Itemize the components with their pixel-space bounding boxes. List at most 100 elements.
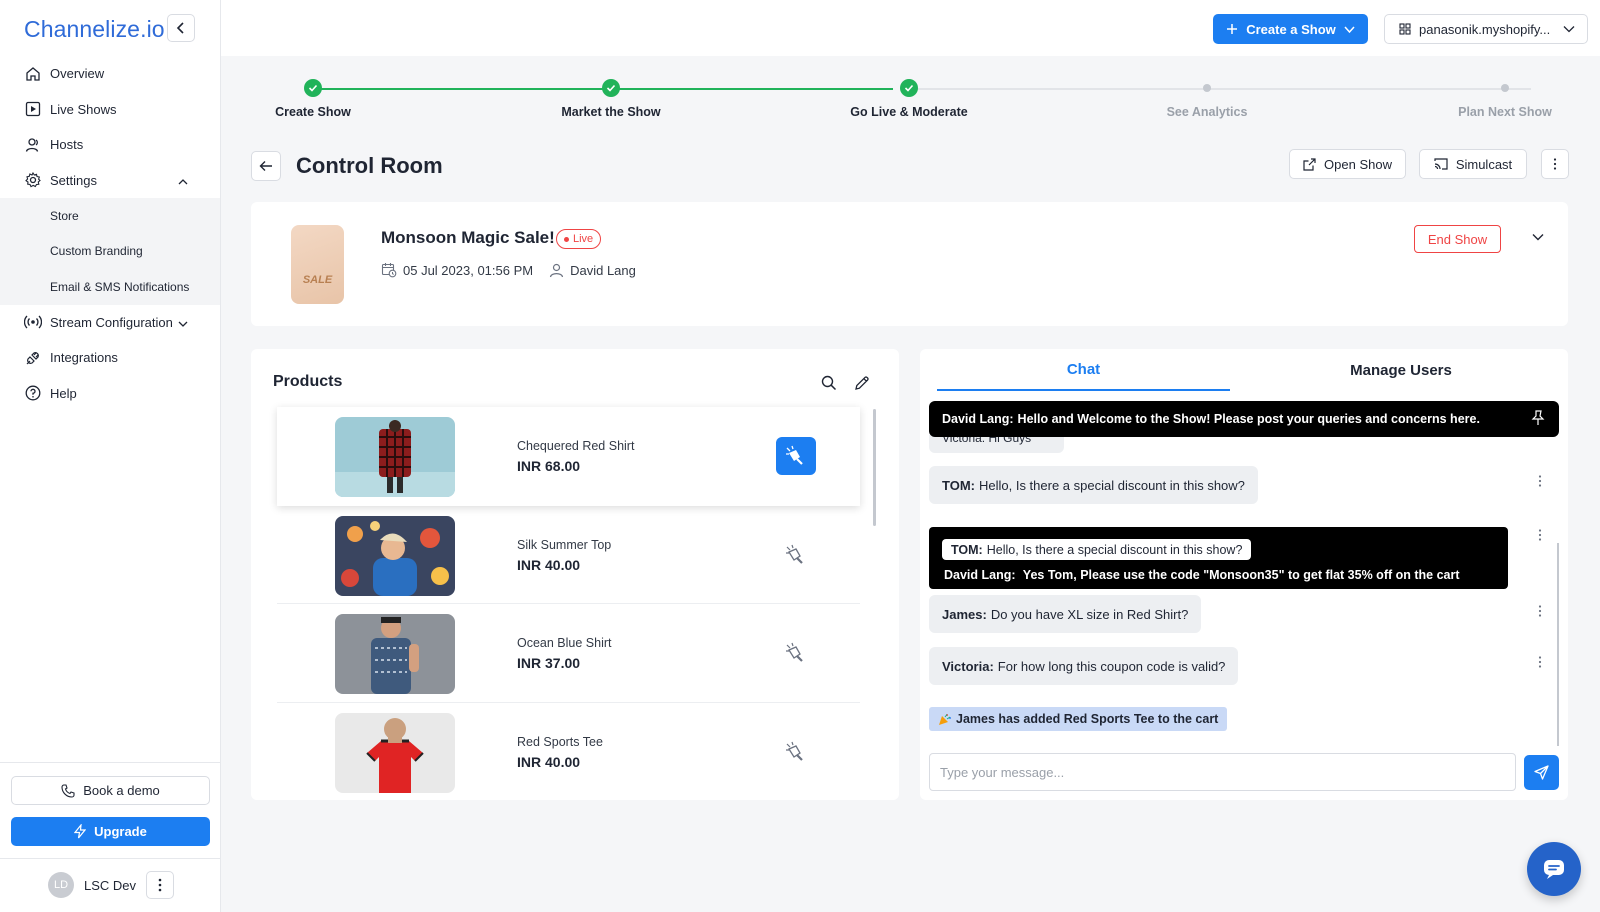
tab-manage-users[interactable]: Manage Users xyxy=(1240,349,1562,391)
progress-stepper: Create Show Market the Show Go Live & Mo… xyxy=(221,72,1600,132)
sidebar: Channelize.io Overview Live Shows Hosts … xyxy=(0,0,221,912)
kebab-menu-icon[interactable] xyxy=(1538,656,1542,668)
quote-author: TOM: xyxy=(951,542,983,557)
product-price: INR 68.00 xyxy=(517,458,581,474)
send-icon xyxy=(1534,765,1549,780)
message-text: For how long this coupon code is valid? xyxy=(997,658,1226,674)
tab-chat[interactable]: Chat xyxy=(937,349,1230,391)
user-menu-button[interactable] xyxy=(146,871,174,899)
product-name: Silk Summer Top xyxy=(517,537,612,552)
quoted-message: TOM: Hello, Is there a special discount … xyxy=(942,539,1252,560)
simulcast-button[interactable]: Simulcast xyxy=(1419,149,1527,179)
spotlight-icon xyxy=(785,642,807,664)
collapse-sidebar-button[interactable] xyxy=(167,14,195,42)
list-item[interactable]: Silk Summer Top INR 40.00 xyxy=(277,506,860,604)
chevron-down-icon xyxy=(1344,24,1355,35)
sidebar-item-label: Stream Configuration xyxy=(50,314,173,330)
chevron-down-icon xyxy=(1563,23,1575,35)
kebab-menu-icon[interactable] xyxy=(1538,475,1542,487)
back-button[interactable] xyxy=(251,151,281,181)
open-show-button[interactable]: Open Show xyxy=(1289,149,1406,179)
product-price: INR 37.00 xyxy=(517,655,581,671)
create-show-button[interactable]: Create a Show xyxy=(1213,14,1368,44)
check-circle-icon xyxy=(304,79,322,97)
store-selector[interactable]: panasonik.myshopify... xyxy=(1384,14,1588,44)
help-chat-button[interactable] xyxy=(1527,842,1581,896)
sidebar-subitem-store[interactable]: Store xyxy=(0,198,220,234)
product-search-button[interactable] xyxy=(821,375,837,391)
sidebar-nav: Overview Live Shows Hosts Settings Store… xyxy=(0,56,220,411)
avatar: LD xyxy=(48,872,74,898)
list-item[interactable]: Ocean Blue Shirt INR 37.00 xyxy=(277,604,860,703)
step-plan-next-show[interactable]: Plan Next Show xyxy=(1415,72,1595,119)
chat-message-input[interactable] xyxy=(929,753,1516,791)
message-author: James: xyxy=(942,606,987,622)
sidebar-item-overview[interactable]: Overview xyxy=(0,56,220,92)
step-see-analytics[interactable]: See Analytics xyxy=(1117,72,1297,119)
sidebar-item-label: Live Shows xyxy=(50,101,117,117)
expand-show-button[interactable] xyxy=(1531,230,1545,244)
products-scrollbar[interactable] xyxy=(873,409,876,526)
chat-scrollbar[interactable] xyxy=(1557,543,1559,746)
step-label: Market the Show xyxy=(561,105,661,119)
kebab-menu-icon[interactable] xyxy=(1538,529,1542,541)
reply-text: Yes Tom, Please use the code "Monsoon35"… xyxy=(1022,568,1460,582)
product-edit-button[interactable] xyxy=(854,375,870,391)
step-create-show[interactable]: Create Show xyxy=(223,72,403,119)
reply-body: David Lang: Yes Tom, Please use the code… xyxy=(944,568,1464,582)
cart-notification: James has added Red Sports Tee to the ca… xyxy=(929,707,1228,731)
sidebar-item-label: Help xyxy=(50,385,77,401)
sidebar-item-integrations[interactable]: Integrations xyxy=(0,340,220,376)
product-name: Red Sports Tee xyxy=(517,734,603,749)
sidebar-item-settings[interactable]: Settings xyxy=(0,163,220,199)
spotlight-icon xyxy=(785,741,807,763)
upgrade-label: Upgrade xyxy=(94,824,147,839)
check-circle-icon xyxy=(900,79,918,97)
lightning-icon xyxy=(74,824,87,839)
spotlight-button[interactable] xyxy=(776,437,816,475)
pin-icon[interactable] xyxy=(1531,410,1545,426)
step-go-live[interactable]: Go Live & Moderate xyxy=(819,72,999,119)
calendar-clock-icon xyxy=(381,262,397,278)
book-demo-label: Book a demo xyxy=(83,783,160,798)
pinned-text: Hello and Welcome to the Show! Please po… xyxy=(1017,412,1480,426)
spotlight-button[interactable] xyxy=(776,634,816,672)
broadcast-icon xyxy=(24,313,42,331)
brand-name: Channelize.io xyxy=(24,15,165,42)
divider xyxy=(0,762,220,763)
user-profile[interactable]: LD LSC Dev xyxy=(48,872,136,898)
step-market-show[interactable]: Market the Show xyxy=(521,72,701,119)
chat-message: TOM: Hello, Is there a special discount … xyxy=(929,466,1258,504)
sidebar-item-help[interactable]: Help xyxy=(0,376,220,412)
spotlight-button[interactable] xyxy=(776,536,816,574)
sidebar-item-live-shows[interactable]: Live Shows xyxy=(0,92,220,128)
chevron-down-icon xyxy=(1531,230,1545,244)
products-title: Products xyxy=(273,373,343,390)
chevron-left-icon xyxy=(175,22,187,34)
end-show-button[interactable]: End Show xyxy=(1414,225,1501,253)
sidebar-item-label: Settings xyxy=(50,172,97,188)
list-item[interactable]: Red Sports Tee INR 40.00 xyxy=(277,703,860,801)
spotlight-button[interactable] xyxy=(776,733,816,771)
hosts-icon xyxy=(24,136,42,154)
help-icon xyxy=(24,384,42,402)
more-options-button[interactable] xyxy=(1541,149,1569,179)
sidebar-item-stream-configuration[interactable]: Stream Configuration xyxy=(0,305,220,341)
create-show-label: Create a Show xyxy=(1246,21,1336,37)
sidebar-item-hosts[interactable]: Hosts xyxy=(0,127,220,163)
sidebar-subitem-custom-branding[interactable]: Custom Branding xyxy=(0,234,220,270)
book-demo-button[interactable]: Book a demo xyxy=(11,776,210,805)
send-message-button[interactable] xyxy=(1524,755,1559,790)
divider xyxy=(0,858,220,859)
thumbnail-text: SALE xyxy=(302,274,333,286)
list-item[interactable]: Chequered Red Shirt INR 68.00 xyxy=(277,407,860,506)
sidebar-item-label: Overview xyxy=(50,66,105,82)
user-icon xyxy=(549,263,564,278)
arrow-left-icon xyxy=(259,160,273,172)
play-square-icon xyxy=(24,100,42,118)
kebab-menu-icon[interactable] xyxy=(1538,605,1542,617)
brand-logo[interactable]: Channelize.io xyxy=(24,14,165,44)
upgrade-button[interactable]: Upgrade xyxy=(11,817,210,846)
kebab-menu-icon xyxy=(158,878,162,892)
sidebar-subitem-notifications[interactable]: Email & SMS Notifications xyxy=(0,269,220,305)
